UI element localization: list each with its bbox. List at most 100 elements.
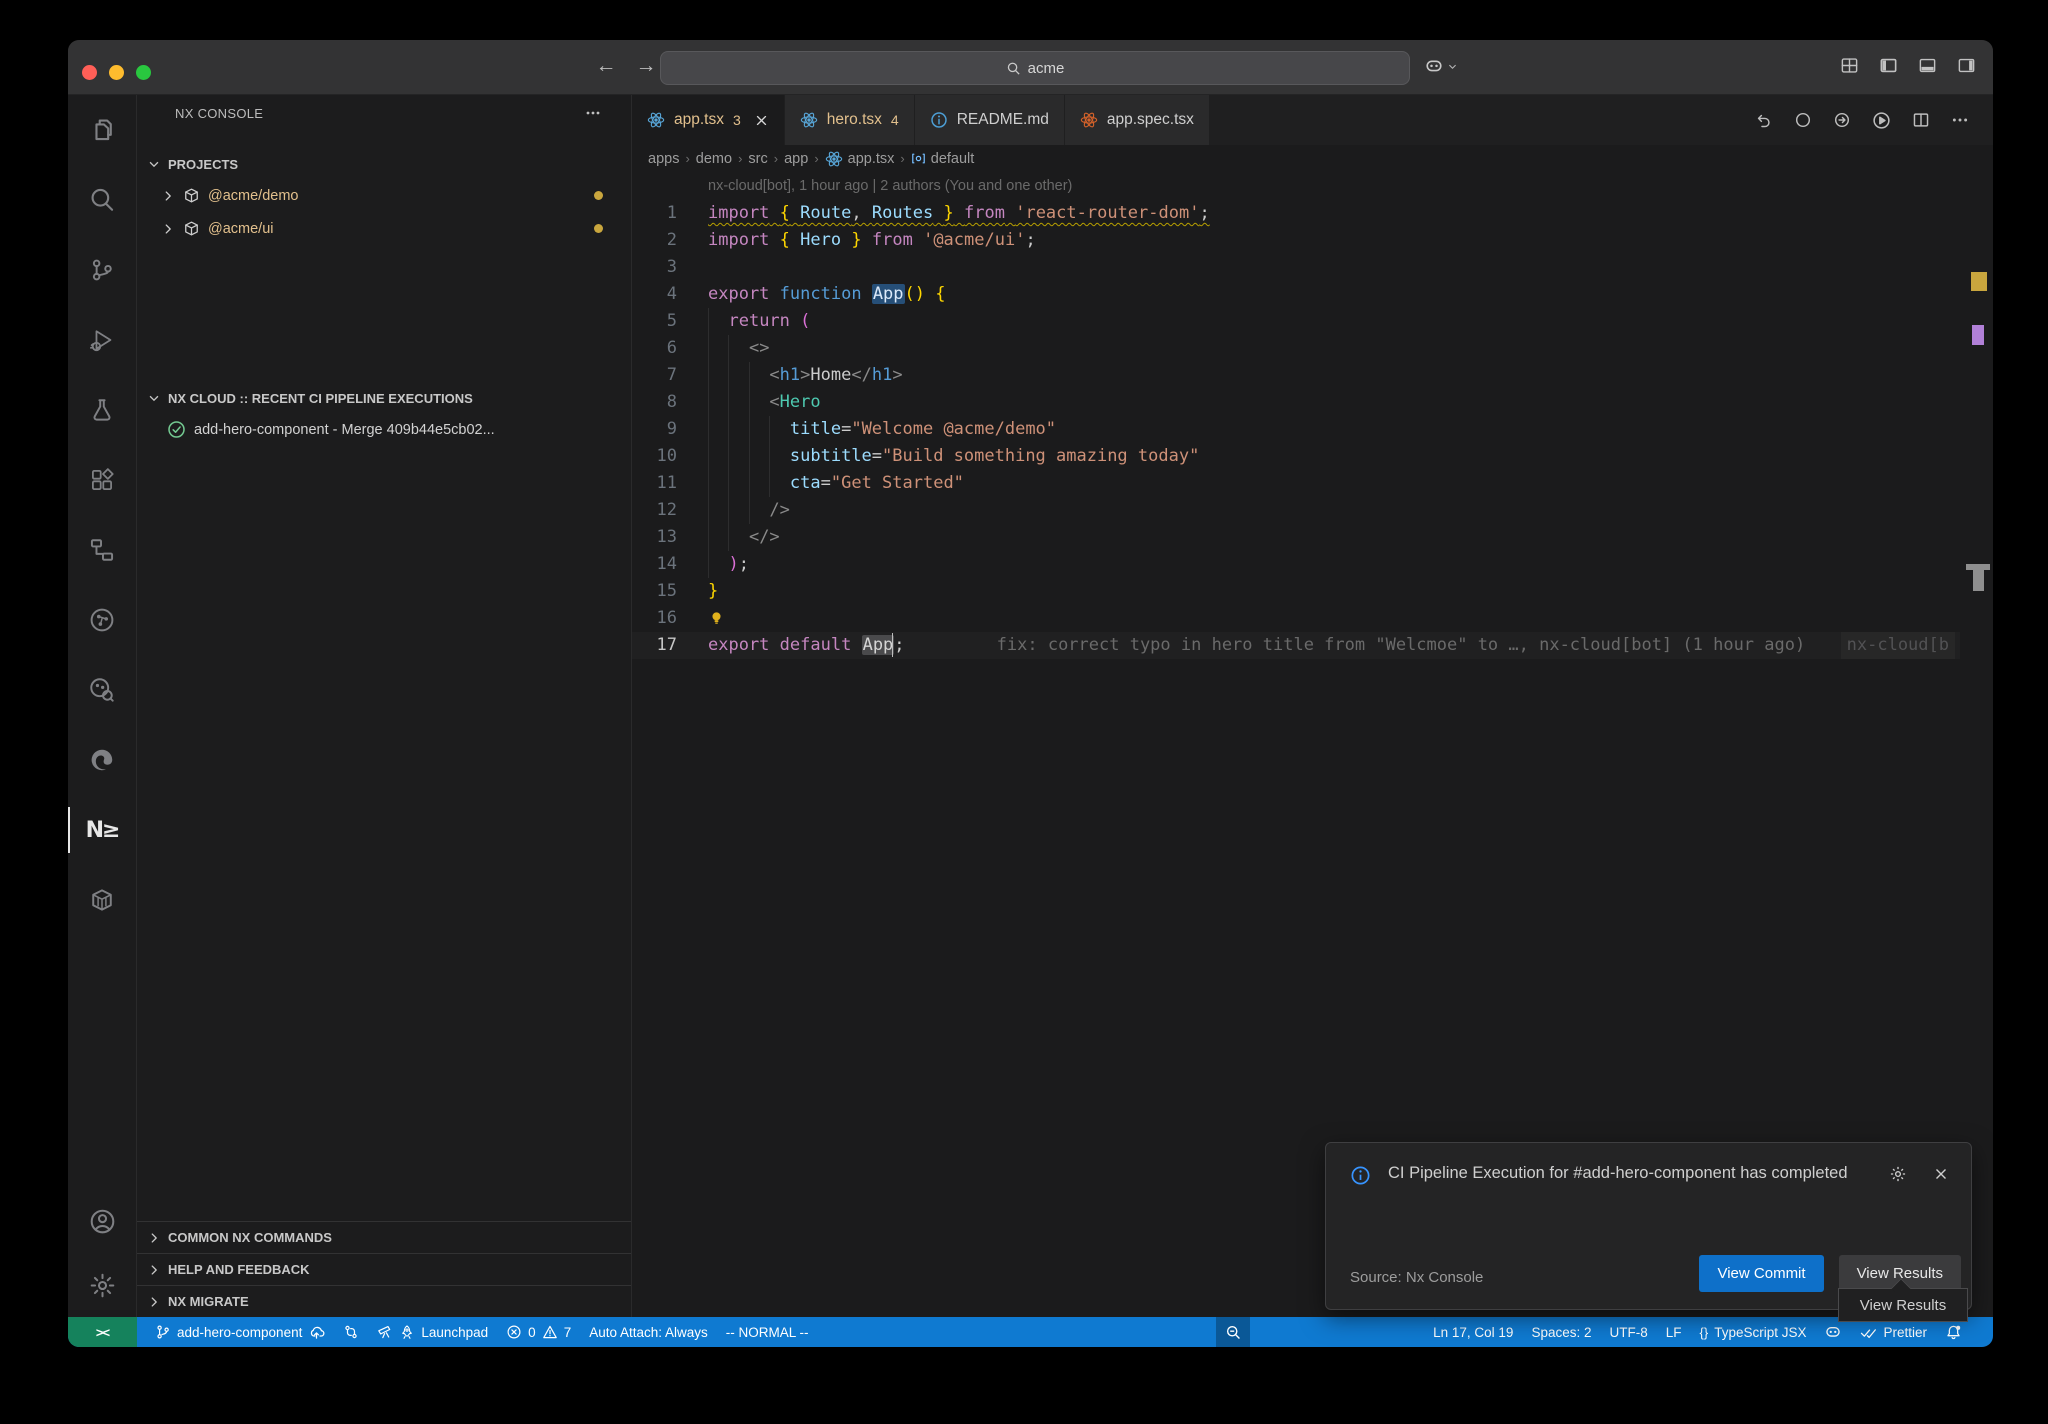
code-token: '@acme/ui' <box>923 230 1025 250</box>
minimize-window-button[interactable] <box>109 65 124 80</box>
code-line-8[interactable]: 8 <Hero <box>632 389 1960 416</box>
goto-matching-button[interactable] <box>1833 111 1851 129</box>
navigate-back-button[interactable]: ← <box>592 54 620 78</box>
tab-close-icon[interactable] <box>754 113 769 128</box>
breadcrumb-item-apps[interactable]: apps <box>648 151 679 167</box>
activity-bar-item-containers[interactable] <box>68 865 136 935</box>
view-commit-button[interactable]: View Commit <box>1699 1255 1823 1292</box>
activity-bar-item-explorer[interactable] <box>68 95 136 165</box>
discard-changes-button[interactable] <box>1755 111 1773 129</box>
activity-bar-item-graph-search[interactable] <box>68 655 136 725</box>
code-line-17[interactable]: 17export default App;fix: correct typo i… <box>632 632 1960 659</box>
activity-bar-item-references[interactable] <box>68 515 136 585</box>
toggle-secondary-sidebar-button[interactable] <box>1957 56 1976 75</box>
activity-bar: N≥ <box>68 95 137 1317</box>
tab-problem-badge: 3 <box>733 112 741 128</box>
status-git-branch[interactable]: add-hero-component <box>146 1317 334 1347</box>
tab-README-md[interactable]: README.md <box>915 95 1064 145</box>
project-item[interactable]: @acme/ui <box>137 212 631 245</box>
more-actions-button[interactable] <box>1951 111 1969 129</box>
status-git-compare[interactable] <box>334 1317 368 1347</box>
activity-bar-item-edge-browser[interactable] <box>68 725 136 795</box>
run-button[interactable] <box>1872 111 1891 130</box>
status-auto-attach[interactable]: Auto Attach: Always <box>580 1317 717 1347</box>
command-center-search[interactable]: acme <box>660 51 1410 85</box>
sidebar-section-nx-migrate[interactable]: NX MIGRATE <box>137 1285 631 1317</box>
line-content: /> <box>708 497 1960 524</box>
code-line-5[interactable]: 5 return ( <box>632 308 1960 335</box>
zoom-indicator[interactable] <box>1216 1317 1250 1347</box>
activity-bar-item-search[interactable] <box>68 165 136 235</box>
code-line-13[interactable]: 13 </> <box>632 524 1960 551</box>
status-eol[interactable]: LF <box>1657 1317 1691 1347</box>
close-icon[interactable] <box>1933 1165 1949 1183</box>
breadcrumb-item-src[interactable]: src <box>748 151 767 167</box>
activity-bar-item-source-control[interactable] <box>68 235 136 305</box>
project-item[interactable]: @acme/demo <box>137 179 631 212</box>
code-line-15[interactable]: 15} <box>632 578 1960 605</box>
line-content: import { Route, Routes } from 'react-rou… <box>708 200 1960 227</box>
close-window-button[interactable] <box>82 65 97 80</box>
activity-bar-item-nx-console[interactable]: N≥ <box>68 795 136 865</box>
activity-bar-item-project-graph[interactable] <box>68 585 136 655</box>
status-problems[interactable]: 07 <box>497 1317 580 1347</box>
search-icon <box>89 187 115 213</box>
breadcrumb-item-default[interactable]: default <box>911 151 975 167</box>
activity-bar-item-testing[interactable] <box>68 375 136 445</box>
line-content: <h1>Home</h1> <box>708 362 1960 389</box>
status-indentation[interactable]: Spaces: 2 <box>1522 1317 1600 1347</box>
tab-app-tsx[interactable]: app.tsx3 <box>632 95 784 145</box>
line-number: 8 <box>632 389 677 416</box>
status-vim-mode[interactable]: -- NORMAL -- <box>717 1317 818 1347</box>
code-line-16[interactable]: 16 <box>632 605 1960 632</box>
code-line-10[interactable]: 10 subtitle="Build something amazing tod… <box>632 443 1960 470</box>
split-editor-button[interactable] <box>1912 111 1930 129</box>
more-actions-icon[interactable] <box>585 105 601 121</box>
code-line-7[interactable]: 7 <h1>Home</h1> <box>632 362 1960 389</box>
status-launchpad[interactable]: Launchpad <box>368 1317 497 1347</box>
status-encoding[interactable]: UTF-8 <box>1600 1317 1656 1347</box>
ci-pipeline-execution-item[interactable]: add-hero-component - Merge 409b44e5cb02.… <box>137 413 631 446</box>
code-line-11[interactable]: 11 cta="Get Started" <box>632 470 1960 497</box>
gear-icon[interactable] <box>1889 1165 1907 1183</box>
tab-hero-tsx[interactable]: hero.tsx4 <box>785 95 914 145</box>
code-token: ; <box>894 635 904 655</box>
code-line-4[interactable]: 4export function App() { <box>632 281 1960 308</box>
activity-bar-item-extensions[interactable] <box>68 445 136 515</box>
maximize-window-button[interactable] <box>136 65 151 80</box>
nx-cloud-section-header[interactable]: NX CLOUD :: RECENT CI PIPELINE EXECUTION… <box>137 383 631 413</box>
bell-dot-icon <box>1945 1324 1962 1341</box>
breadcrumb-item-app-tsx[interactable]: app.tsx <box>825 150 895 168</box>
circle-outline-button[interactable] <box>1794 111 1812 129</box>
activity-bar-item-account[interactable] <box>68 1189 136 1253</box>
tab-app-spec-tsx[interactable]: app.spec.tsx <box>1065 95 1209 145</box>
sidebar-section-common-nx-commands[interactable]: COMMON NX COMMANDS <box>137 1221 631 1253</box>
code-line-1[interactable]: 1import { Route, Routes } from 'react-ro… <box>632 200 1960 227</box>
customize-layout-button[interactable] <box>1840 56 1859 75</box>
remote-indicator[interactable]: >< <box>68 1317 137 1347</box>
breadcrumb-item-app[interactable]: app <box>784 151 808 167</box>
activity-bar-item-run-and-debug[interactable] <box>68 305 136 375</box>
react-icon <box>1080 111 1098 129</box>
toggle-panel-button[interactable] <box>1918 56 1937 75</box>
code-line-9[interactable]: 9 title="Welcome @acme/demo" <box>632 416 1960 443</box>
code-line-6[interactable]: 6 <> <box>632 335 1960 362</box>
code-line-2[interactable]: 2import { Hero } from '@acme/ui'; <box>632 227 1960 254</box>
code-line-14[interactable]: 14 ); <box>632 551 1960 578</box>
status-language-mode[interactable]: {}TypeScript JSX <box>1691 1317 1816 1347</box>
code-token: /> <box>769 500 789 520</box>
code-token: </ <box>851 365 871 385</box>
copilot-menu[interactable] <box>1424 56 1458 76</box>
code-action-lightbulb-icon[interactable] <box>708 610 725 627</box>
status-cursor-position[interactable]: Ln 17, Col 19 <box>1424 1317 1522 1347</box>
code-line-12[interactable]: 12 /> <box>632 497 1960 524</box>
status-text: Prettier <box>1883 1325 1927 1340</box>
toggle-primary-sidebar-button[interactable] <box>1879 56 1898 75</box>
code-token: { <box>780 230 790 250</box>
navigate-forward-button[interactable]: → <box>632 54 660 78</box>
breadcrumb-item-demo[interactable]: demo <box>696 151 732 167</box>
code-line-3[interactable]: 3 <box>632 254 1960 281</box>
sidebar-section-help-and-feedback[interactable]: HELP AND FEEDBACK <box>137 1253 631 1285</box>
activity-bar-item-settings[interactable] <box>68 1253 136 1317</box>
projects-section-header[interactable]: PROJECTS <box>137 149 631 179</box>
